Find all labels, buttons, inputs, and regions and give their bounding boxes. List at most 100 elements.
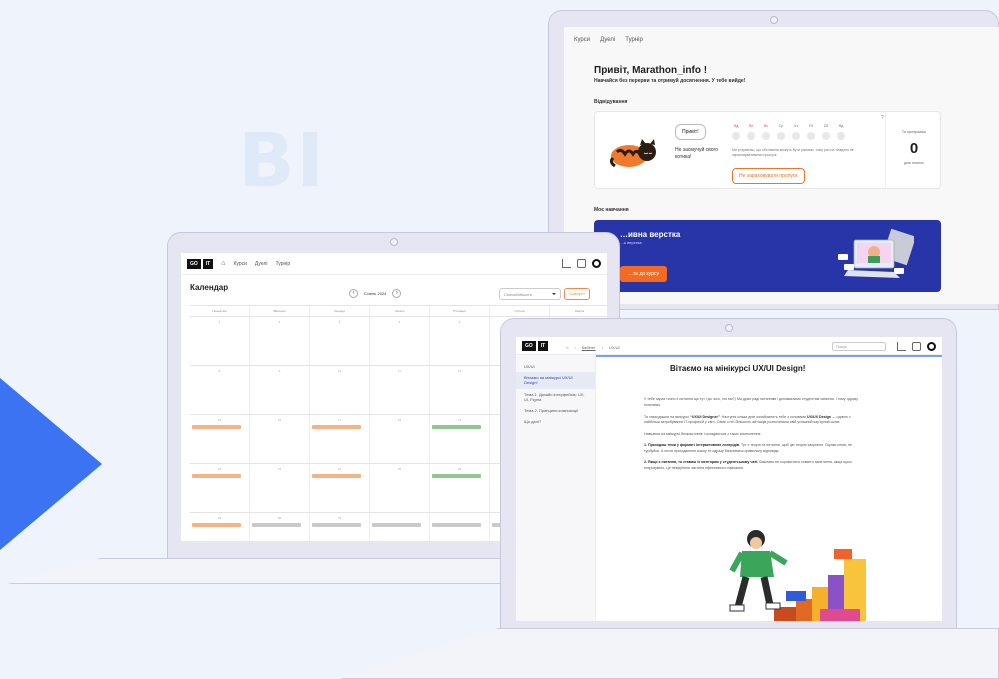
skip-miss-button[interactable]: Не зараховувати пропуск bbox=[732, 168, 805, 184]
breadcrumb-cabinet-link[interactable]: Кабінет bbox=[582, 345, 596, 350]
calendar-day-cell[interactable]: 2 bbox=[250, 317, 310, 366]
reset-button[interactable]: Скинути bbox=[564, 288, 590, 300]
calendar-event[interactable] bbox=[252, 523, 301, 527]
calendar-event[interactable] bbox=[192, 425, 241, 429]
calendar-day-cell[interactable]: 8 bbox=[190, 366, 250, 415]
home-icon[interactable]: ⌂ bbox=[221, 260, 225, 267]
calendar-icon[interactable] bbox=[577, 259, 586, 268]
calendar-day-cell[interactable]: 25 bbox=[370, 464, 430, 513]
calendar-event[interactable] bbox=[432, 425, 481, 429]
month-switcher: ‹ Січень 2024 › bbox=[349, 289, 402, 298]
course-illustration-icon bbox=[838, 228, 914, 278]
calendar-day-cell[interactable]: 12 bbox=[430, 366, 490, 415]
course-sidebar: UX/UI Вітаємо на мінікурсі UX/UI Design!… bbox=[516, 355, 596, 621]
chart-icon[interactable] bbox=[897, 342, 906, 351]
skipped-label: Ти пропускаєш bbox=[901, 130, 927, 134]
course-subtitle: …ь верстка bbox=[620, 240, 642, 245]
go-to-course-button[interactable]: …ти до курсу bbox=[620, 266, 668, 282]
nav-tournament[interactable]: Турнір bbox=[276, 261, 291, 267]
calendar-day-cell[interactable]: 16 bbox=[250, 415, 310, 464]
prev-month-button[interactable]: ‹ bbox=[349, 289, 358, 298]
avatar[interactable] bbox=[592, 259, 601, 268]
skipped-days-panel: Ти пропускаєш 0 днів поспіль bbox=[885, 112, 942, 190]
lesson-progress-bar bbox=[596, 355, 942, 357]
calendar-event[interactable] bbox=[312, 523, 361, 527]
webcam-icon bbox=[724, 324, 733, 332]
breadcrumb-current: UX/UI bbox=[608, 345, 620, 350]
next-month-button[interactable]: › bbox=[392, 289, 402, 298]
avatar[interactable] bbox=[927, 342, 936, 351]
day-number: 25 bbox=[397, 467, 402, 471]
day-number: 8 bbox=[218, 369, 221, 373]
calendar-day-cell[interactable]: 24 bbox=[310, 464, 370, 513]
nav-courses[interactable]: Курси bbox=[574, 37, 590, 43]
calendar-event[interactable] bbox=[312, 425, 361, 429]
nav-tournament[interactable]: Турнір bbox=[625, 37, 643, 43]
calendar-day-cell[interactable]: 1 bbox=[190, 317, 250, 366]
breadcrumb: ⌂ › Кабінет › UX/UI bbox=[566, 345, 620, 350]
lesson-paragraph: 1. Проходиш теми у форматі інтерактивних… bbox=[644, 443, 852, 453]
calendar-day-cell[interactable]: 19 bbox=[430, 415, 490, 464]
calendar-day-cell[interactable]: 18 bbox=[370, 415, 430, 464]
calendar-day-cell[interactable]: 30 bbox=[250, 513, 310, 541]
nav-courses[interactable]: Курси bbox=[233, 261, 246, 267]
day-number: 22 bbox=[217, 467, 222, 471]
calendar-day-cell[interactable]: 3 bbox=[310, 317, 370, 366]
day-number: 1 bbox=[218, 320, 221, 324]
weekday-header: Вівторок bbox=[250, 306, 310, 317]
calendar-day-cell[interactable]: 15 bbox=[190, 415, 250, 464]
nav-duels[interactable]: Дуелі bbox=[255, 261, 268, 267]
attendance-note: Ми розуміємо, що обставини можуть бути р… bbox=[732, 148, 854, 158]
nav-duels[interactable]: Дуелі bbox=[600, 37, 615, 43]
calendar-day-cell[interactable] bbox=[430, 513, 490, 541]
calendar-event[interactable] bbox=[432, 474, 481, 478]
calendar-day-cell[interactable]: 4 bbox=[370, 317, 430, 366]
calendar-event[interactable] bbox=[192, 474, 241, 478]
search-input[interactable]: Пошук bbox=[832, 342, 886, 351]
calendar-event[interactable] bbox=[312, 474, 361, 478]
day-number: 24 bbox=[337, 467, 342, 471]
day-number: 10 bbox=[337, 369, 342, 373]
calendar-event[interactable] bbox=[372, 523, 421, 527]
chart-icon[interactable] bbox=[562, 259, 571, 268]
calendar-icon[interactable] bbox=[912, 342, 921, 351]
goit-logo[interactable]: GO IT bbox=[522, 340, 549, 351]
calendar-day-cell[interactable]: 22 bbox=[190, 464, 250, 513]
day-number: 3 bbox=[338, 320, 341, 324]
dashboard-screen: Курси Дуелі Турнір Привіт, Marathon_info… bbox=[564, 27, 999, 304]
calendar-day-cell[interactable]: 11 bbox=[370, 366, 430, 415]
calendar-day-cell[interactable]: 17 bbox=[310, 415, 370, 464]
day-number: 17 bbox=[337, 418, 342, 422]
course-card[interactable]: …ивна верстка …ь верстка …ти до курсу bbox=[594, 220, 941, 292]
calendar-day-cell[interactable]: 9 bbox=[250, 366, 310, 415]
calendar-event[interactable] bbox=[192, 523, 241, 527]
laptop-base bbox=[340, 628, 999, 679]
calendar-day-cell[interactable]: 10 bbox=[310, 366, 370, 415]
course-title: …ивна верстка bbox=[620, 230, 681, 239]
day-number: 23 bbox=[277, 467, 282, 471]
calendar-day-cell[interactable]: 26 bbox=[430, 464, 490, 513]
calendar-day-cell[interactable]: 29 bbox=[190, 513, 250, 541]
weekday-header: Середа bbox=[310, 306, 370, 317]
sidebar-group-uxui[interactable]: UX/UI bbox=[516, 361, 595, 372]
calendar-day-cell[interactable]: 31 bbox=[310, 513, 370, 541]
calendar-day-cell[interactable]: 5 bbox=[430, 317, 490, 366]
goit-logo[interactable]: GO IT bbox=[187, 258, 214, 269]
sidebar-item-topic1[interactable]: Тема 1. Дизайн інтерфейсів: UX, UI, Figm… bbox=[516, 389, 595, 405]
home-icon[interactable]: ⌂ bbox=[566, 345, 568, 350]
topbar-icons bbox=[562, 259, 601, 268]
breadcrumb-sep: › bbox=[601, 345, 603, 350]
weekday-header: П'ятниця bbox=[430, 306, 490, 317]
sidebar-item-next[interactable]: Що далі? bbox=[516, 416, 595, 427]
calendar-day-cell[interactable] bbox=[370, 513, 430, 541]
calendar-topbar: GO IT ⌂ Курси Дуелі Турнір bbox=[181, 253, 607, 275]
help-icon[interactable]: ? bbox=[881, 115, 884, 121]
sidebar-item-topic2[interactable]: Тема 2. Принципи композиції bbox=[516, 405, 595, 416]
weekday-item: Нд bbox=[837, 124, 845, 140]
attendance-heading: Відвідування bbox=[594, 99, 628, 105]
filter-select[interactable]: Спосабобшити bbox=[499, 288, 561, 300]
weekday-tracker: Нд Пн Вт Ср Чт Пт Сб Нд bbox=[732, 124, 845, 140]
calendar-event[interactable] bbox=[432, 523, 481, 527]
sidebar-item-welcome[interactable]: Вітаємо на мінікурсі UX/UI Design! bbox=[516, 372, 595, 389]
calendar-day-cell[interactable]: 23 bbox=[250, 464, 310, 513]
